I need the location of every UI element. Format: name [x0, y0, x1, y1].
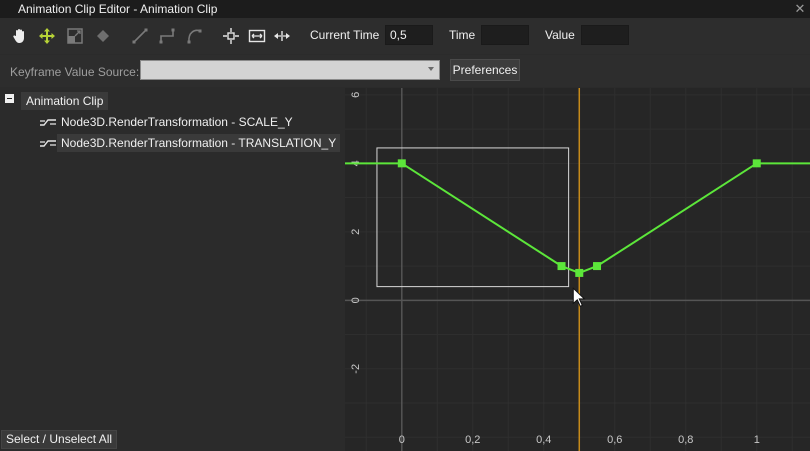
keyframe-point: [397, 159, 406, 168]
tree-root-animation-clip[interactable]: Animation Clip: [21, 92, 109, 110]
keyframe-icon[interactable]: [93, 26, 113, 46]
preferences-button[interactable]: Preferences: [450, 59, 520, 81]
time-label: Time: [449, 28, 476, 42]
center-icon[interactable]: [221, 26, 241, 46]
close-button[interactable]: ✕: [790, 0, 810, 18]
x-tick-label: 0,2: [465, 434, 480, 446]
x-tick-label: 0,6: [607, 434, 622, 446]
value-label: Value: [545, 28, 575, 42]
step-icon[interactable]: [157, 26, 177, 46]
move-icon[interactable]: [37, 26, 57, 46]
x-tick-label: 0: [399, 434, 405, 446]
chevron-down-icon: [428, 67, 434, 71]
curve-icon: [40, 140, 56, 147]
x-tick-label: 0,8: [678, 434, 693, 446]
linear-icon[interactable]: [130, 26, 150, 46]
x-tick-label: 0,4: [536, 434, 551, 446]
current-time-field[interactable]: [385, 25, 433, 45]
window-title: Animation Clip Editor - Animation Clip: [18, 2, 218, 16]
time-field[interactable]: [481, 25, 529, 45]
curve-line: [345, 162, 810, 274]
fit-icon[interactable]: [247, 26, 267, 46]
y-tick-label: 6: [350, 92, 362, 98]
current-time-label: Current Time: [310, 28, 380, 42]
hand-icon[interactable]: [10, 26, 30, 46]
y-tick-label: 0: [350, 297, 362, 303]
curve-icon: [40, 119, 56, 126]
keyframe-point: [575, 268, 584, 277]
y-tick-label: 2: [350, 229, 362, 235]
keyframe-source-row: Keyframe Value Source: Preferences: [0, 55, 810, 87]
tree-item-scale-y[interactable]: Node3D.RenderTransformation - SCALE_Y: [57, 113, 297, 131]
title-bar: Animation Clip Editor - Animation Clip ✕: [0, 0, 810, 18]
expand-icon[interactable]: [272, 26, 292, 46]
value-field[interactable]: [581, 25, 629, 45]
keyframe-source-label: Keyframe Value Source:: [10, 65, 140, 79]
toolbar: Current Time Time Value: [0, 18, 810, 54]
keyframe-point: [593, 262, 602, 271]
curve-graph[interactable]: 6 4 2 0 -2 0 0,2 0,4 0,6 0,8 1: [345, 88, 810, 451]
select-all-button[interactable]: Select / Unselect All: [1, 430, 118, 449]
collapse-toggle-icon[interactable]: [5, 94, 14, 103]
keyframe-point: [752, 159, 761, 168]
tree-item-translation-y[interactable]: Node3D.RenderTransformation - TRANSLATIO…: [57, 134, 341, 152]
scale-icon[interactable]: [65, 26, 85, 46]
keyframe-point: [557, 262, 566, 271]
y-tick-label: -2: [350, 364, 362, 374]
keyframe-source-select[interactable]: [140, 60, 440, 80]
spline-icon[interactable]: [184, 26, 204, 46]
x-tick-label: 1: [754, 434, 760, 446]
curve-graph-svg[interactable]: 6420-20 0,2 0,4 0,6 0,8 1: [345, 88, 810, 451]
